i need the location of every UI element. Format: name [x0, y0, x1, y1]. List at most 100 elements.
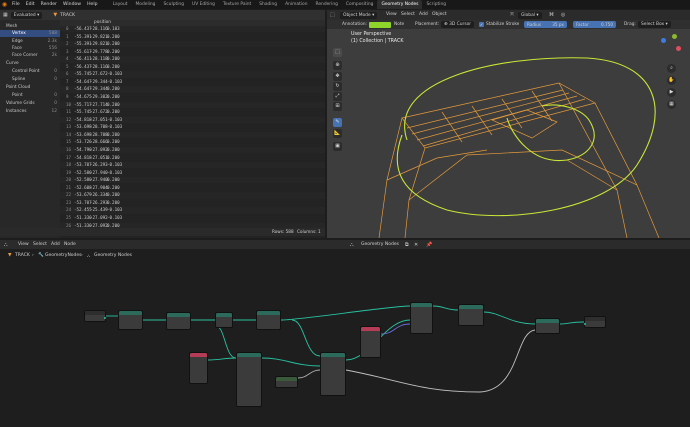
- tree-item-point-cloud[interactable]: Point Cloud: [0, 84, 60, 91]
- spreadsheet-header: ▦ Evaluated ▾ ▼ TRACK: [0, 10, 325, 20]
- tab-scripting[interactable]: Scripting: [422, 0, 450, 9]
- cell-value: -0.103: [107, 71, 123, 77]
- table-row: 2 -55.391 -29.821 0.200: [60, 41, 325, 48]
- cell-value: 0.200: [107, 109, 120, 115]
- node-realize[interactable]: [256, 310, 281, 330]
- tab-compositing[interactable]: Compositing: [342, 0, 378, 9]
- object-name: TRACK: [60, 12, 75, 18]
- tree-item-label: Face: [12, 46, 22, 51]
- tab-shading[interactable]: Shading: [255, 0, 281, 9]
- menu-help[interactable]: Help: [84, 0, 100, 9]
- row-index: 18: [66, 162, 72, 168]
- node-header: [459, 305, 483, 309]
- table-row: 18 -53.707 -26.293 -0.103: [60, 162, 325, 169]
- node-curve-circle[interactable]: [189, 352, 208, 384]
- tab-texture-paint[interactable]: Texture Paint: [219, 0, 255, 9]
- node-mesh-primitive[interactable]: [118, 310, 143, 330]
- tree-item-curve[interactable]: Curve: [0, 60, 60, 67]
- row-index: 24: [66, 207, 72, 213]
- node-header: [411, 303, 432, 307]
- tree-item-count: 0: [54, 93, 57, 98]
- tab-animation[interactable]: Animation: [281, 0, 311, 9]
- node-curve-to-mesh[interactable]: [320, 352, 346, 396]
- row-index: 9: [66, 94, 69, 100]
- menu-file[interactable]: File: [9, 0, 23, 9]
- tree-item-mesh[interactable]: Mesh: [0, 23, 60, 30]
- row-index: 19: [66, 169, 72, 175]
- node-join-geometry[interactable]: [535, 318, 560, 334]
- cell-value: -55.745: [74, 71, 92, 77]
- tree-item-label: Volume Grids: [6, 101, 35, 106]
- node-header: [167, 313, 190, 317]
- node-transform[interactable]: [166, 312, 191, 330]
- tree-item-control-point[interactable]: Control Point 0: [0, 68, 60, 75]
- cell-value: -26.293: [90, 162, 108, 168]
- cell-value: 0.200: [107, 94, 120, 100]
- cell-value: -27.092: [90, 215, 108, 220]
- tree-item-face-corner[interactable]: Face Corner 2k: [0, 52, 60, 59]
- row-index: 14: [66, 131, 72, 137]
- cell-value: -52.580: [74, 177, 92, 183]
- cell-value: -25.439: [90, 207, 108, 213]
- tab-rendering[interactable]: Rendering: [311, 0, 341, 9]
- node-instance[interactable]: [458, 304, 484, 326]
- cell-value: 0.200: [107, 86, 120, 92]
- cell-value: -53.698: [74, 124, 92, 130]
- table-row: 3 -55.617 -29.778 0.200: [60, 49, 325, 55]
- tab-geometry-nodes[interactable]: Geometry Nodes: [377, 0, 423, 9]
- tab-layout[interactable]: Layout: [109, 0, 132, 9]
- row-index: 12: [66, 116, 72, 122]
- cell-value: -55.391: [74, 41, 92, 47]
- node-header: [321, 353, 345, 357]
- cell-value: -27.672: [90, 109, 108, 115]
- socket-geometry[interactable]: [104, 317, 106, 319]
- row-index: 7: [66, 78, 69, 84]
- tree-item-spline[interactable]: Spline 0: [0, 76, 60, 83]
- cell-value: -26.334: [90, 192, 108, 198]
- blender-logo-icon[interactable]: ◉: [0, 0, 9, 9]
- tree-item-vertex[interactable]: Vertex 588: [0, 30, 60, 37]
- socket-geometry[interactable]: [584, 323, 586, 325]
- tab-uv-editing[interactable]: UV Editing: [188, 0, 219, 9]
- row-index: 4: [66, 56, 69, 62]
- tree-item-instances[interactable]: Instances 12: [0, 108, 60, 115]
- node-resample-curve[interactable]: [236, 352, 262, 407]
- menu-window[interactable]: Window: [60, 0, 84, 9]
- node-group-input[interactable]: [84, 310, 106, 322]
- table-row: 24 -52.455 -25.439 -0.103: [60, 207, 325, 214]
- tree-item-face[interactable]: Face 556: [0, 45, 60, 52]
- 3d-viewport[interactable]: ⬚ Object Mode ▾ View Select Add Object ⤧…: [327, 10, 690, 238]
- table-row: 25 -51.330 -27.092 -0.103: [60, 215, 325, 221]
- tab-sculpting[interactable]: Sculpting: [159, 0, 188, 9]
- tree-item-volume-grids[interactable]: Volume Grids 0: [0, 100, 60, 107]
- evaluation-mode-dropdown[interactable]: Evaluated ▾: [10, 11, 43, 19]
- node-header: [216, 313, 232, 317]
- tree-item-label: Edge: [12, 39, 23, 44]
- tree-item-edge[interactable]: Edge 2.3k: [0, 38, 60, 45]
- cell-value: -27.051: [90, 154, 108, 160]
- node-subdivide[interactable]: [215, 312, 233, 328]
- node-editor[interactable]: ⛬ View Select Add Node ⛬ Geometry Nodes …: [0, 240, 690, 427]
- tree-item-count: 556: [48, 46, 57, 51]
- node-value[interactable]: [275, 376, 298, 388]
- cell-value: -52.608: [74, 184, 92, 190]
- tree-item-point[interactable]: Point 0: [0, 92, 60, 99]
- table-row: 20 -52.580 -27.940 0.200: [60, 177, 325, 184]
- cell-value: -54.675: [74, 94, 92, 100]
- cell-value: -0.103: [107, 162, 123, 168]
- tab-modeling[interactable]: Modeling: [132, 0, 160, 9]
- cell-value: 0.200: [107, 41, 120, 47]
- evaluation-mode-value: Evaluated: [13, 12, 36, 18]
- node-vector-math[interactable]: [360, 326, 381, 358]
- spreadsheet-editor-type-icon[interactable]: ▦: [3, 12, 8, 18]
- menu-render[interactable]: Render: [38, 0, 60, 9]
- cell-value: -29.778: [90, 48, 108, 54]
- cell-value: -55.391: [74, 33, 92, 39]
- node-group-output[interactable]: [584, 316, 606, 328]
- cell-value: 0.200: [107, 139, 120, 145]
- menu-edit[interactable]: Edit: [23, 0, 38, 9]
- cell-value: 0.200: [107, 192, 120, 198]
- table-row: 23 -53.707 -26.293 0.200: [60, 200, 325, 206]
- node-set-position[interactable]: [410, 302, 433, 334]
- cell-value: -28.118: [90, 56, 108, 62]
